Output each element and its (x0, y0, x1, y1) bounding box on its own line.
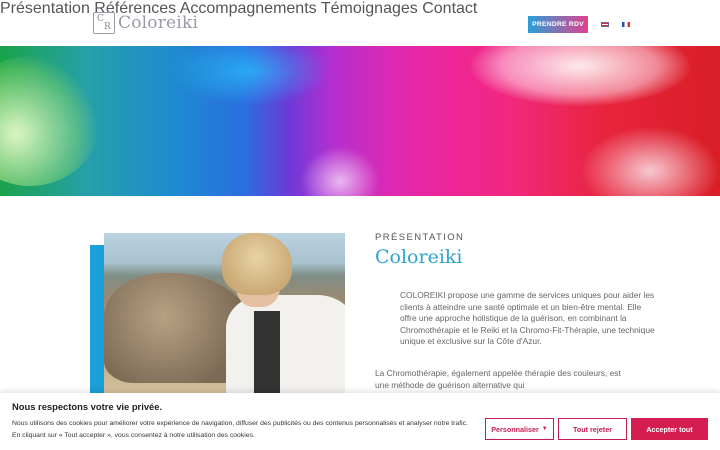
section-eyebrow: PRÉSENTATION (375, 232, 465, 243)
site-header: C R Coloreiki Présentation Références Ac… (0, 0, 720, 46)
logo-text: Coloreiki (118, 13, 199, 33)
nav-item-temoignages[interactable]: Témoignages (321, 0, 418, 17)
cookie-text: Nous utilisons des cookies pour améliore… (12, 420, 468, 439)
book-appointment-button[interactable]: PRENDRE RDV (528, 16, 588, 33)
hero-banner (0, 46, 720, 196)
hero-ink-swirl (300, 146, 380, 196)
cookie-banner: Nous respectons votre vie privée. Nous u… (0, 393, 720, 450)
chromotherapy-paragraph: La Chromothérapie, également appelée thé… (375, 368, 621, 390)
reject-all-button[interactable]: Tout rejeter (558, 418, 627, 440)
french-flag-icon[interactable] (622, 22, 630, 27)
english-flag-icon[interactable] (601, 22, 609, 27)
customize-cookies-button[interactable]: Personnaliser ▼ (485, 418, 554, 440)
photo-accent-bar (90, 245, 104, 395)
caret-down-icon: ▼ (541, 426, 548, 432)
hero-ink-swirl (170, 46, 330, 106)
logo-mark-letter-2: R (104, 22, 111, 32)
photo-top (254, 311, 280, 398)
nav-item-presentation[interactable]: Présentation (0, 0, 90, 17)
photo-jacket (226, 295, 345, 398)
presentation-photo (104, 233, 345, 398)
site-logo[interactable]: C R Coloreiki (93, 11, 198, 35)
customize-label: Personnaliser (491, 424, 539, 434)
nav-item-accompagnements[interactable]: Accompagnements (180, 0, 317, 17)
hero-ink-swirl (580, 126, 720, 196)
hero-ink-swirl (470, 46, 690, 106)
nav-item-contact[interactable]: Contact (422, 0, 477, 17)
intro-paragraph: COLOREIKI propose une gamme de services … (400, 290, 655, 347)
hero-ink-swirl (0, 56, 100, 186)
accept-all-button[interactable]: Accepter tout (631, 418, 708, 440)
section-title: Coloreiki (375, 246, 463, 268)
cookie-title: Nous respectons votre vie privée. (12, 401, 163, 412)
logo-mark-letter-1: C (97, 14, 104, 24)
logo-mark-icon: C R (93, 12, 115, 34)
photo-hair (222, 233, 292, 295)
